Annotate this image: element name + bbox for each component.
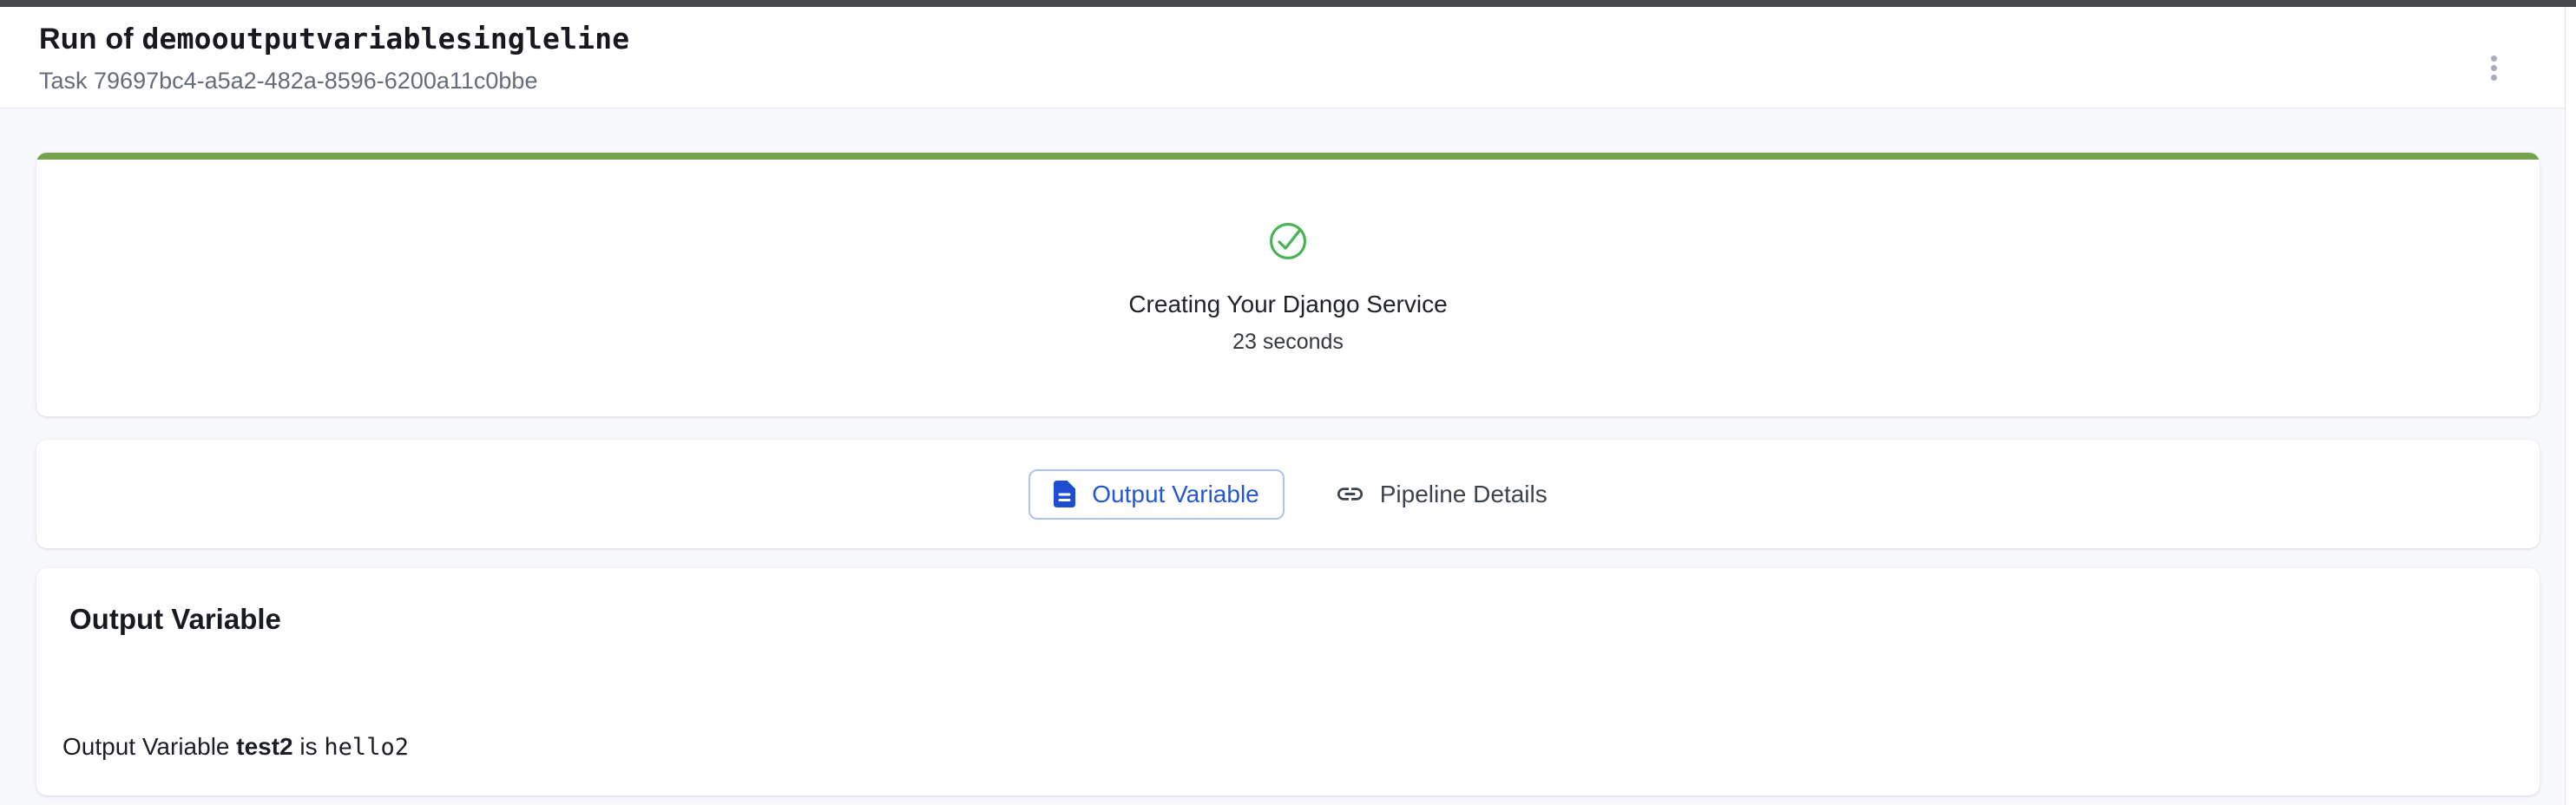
page-title-run-name: demooutputvariablesingleline (141, 22, 629, 56)
output-variable-name: test2 (236, 733, 292, 760)
kebab-dot (2491, 75, 2497, 81)
status-duration: 23 seconds (1232, 330, 1344, 355)
output-variable-value: hello2 (324, 734, 409, 761)
output-line-connector: is (293, 733, 325, 760)
page-title-prefix: Run of (39, 23, 141, 56)
link-icon (1335, 479, 1365, 509)
output-line-prefix: Output Variable (62, 733, 236, 760)
main-content: Creating Your Django Service 23 seconds … (36, 108, 2540, 795)
scrollbar-track[interactable] (2565, 7, 2576, 805)
kebab-dot (2491, 56, 2497, 62)
tab-output-variable[interactable]: Output Variable (1028, 469, 1285, 520)
output-variable-card: Output Variable Output Variable test2 is… (36, 568, 2540, 795)
tab-pipeline-details[interactable]: Pipeline Details (1335, 479, 1548, 509)
check-circle-icon (1268, 221, 1308, 261)
document-icon (1054, 481, 1075, 507)
tabs-bar: Output Variable Pipeline Details (36, 440, 2540, 548)
status-content: Creating Your Django Service 23 seconds (36, 160, 2540, 416)
output-variable-line: Output Variable test2 is hello2 (62, 733, 2505, 761)
top-accent-bar (0, 0, 2576, 7)
status-card: Creating Your Django Service 23 seconds (36, 153, 2540, 416)
kebab-menu-icon[interactable] (2482, 47, 2506, 89)
page-header: Run of demooutputvariablesingleline Task… (0, 7, 2576, 108)
tab-output-variable-label: Output Variable (1092, 481, 1259, 508)
output-section-heading: Output Variable (69, 603, 2505, 636)
header-text-block: Run of demooutputvariablesingleline Task… (39, 23, 629, 95)
tab-pipeline-details-label: Pipeline Details (1380, 481, 1548, 508)
kebab-dot (2491, 65, 2497, 71)
status-title: Creating Your Django Service (1128, 291, 1447, 318)
page-title: Run of demooutputvariablesingleline (39, 23, 629, 56)
task-id-subtitle: Task 79697bc4-a5a2-482a-8596-6200a11c0bb… (39, 68, 629, 95)
status-accent-bar (36, 153, 2540, 160)
